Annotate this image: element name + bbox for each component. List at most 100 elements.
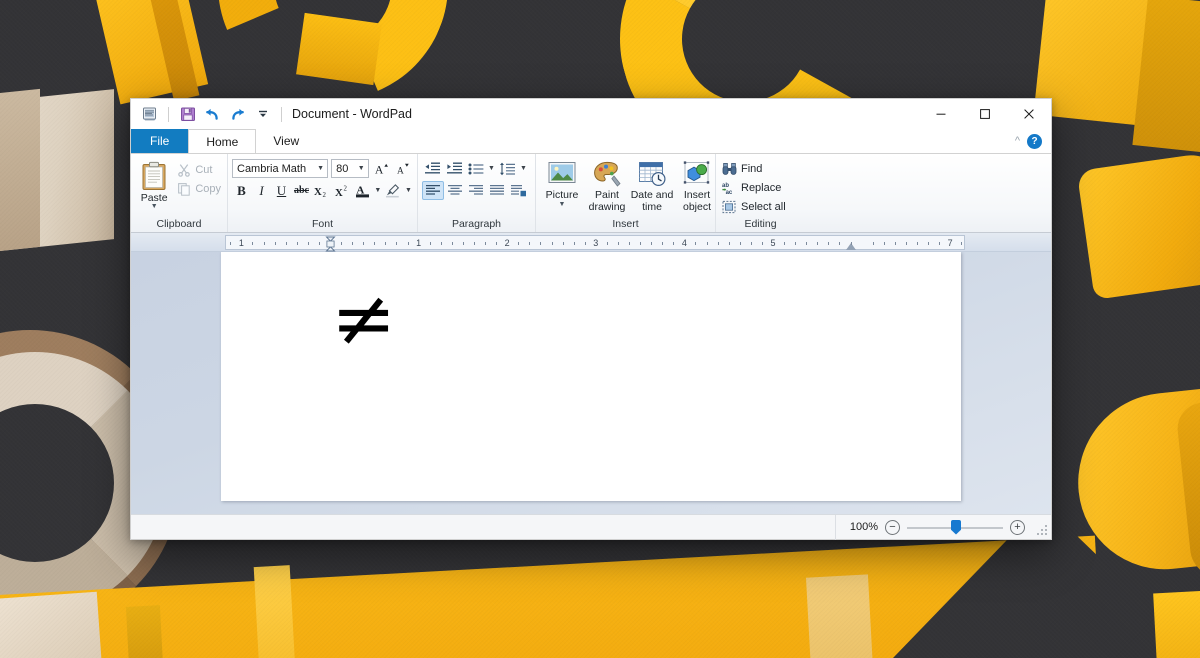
font-size-value: 80: [336, 163, 355, 175]
document-page[interactable]: ≠: [221, 252, 961, 501]
insert-object-button[interactable]: Insert object: [675, 159, 719, 213]
ruler-tick: [695, 242, 696, 245]
customize-quick-access-icon[interactable]: [252, 104, 273, 125]
font-family-value: Cambria Math: [237, 163, 314, 175]
group-label-font: Font: [232, 217, 413, 232]
strikethrough-button[interactable]: abc: [292, 181, 311, 200]
shrink-font-button[interactable]: A: [394, 159, 413, 178]
ribbon-group-font: Cambria Math ▼ 80 ▼ A: [227, 154, 417, 232]
zoom-out-button[interactable]: −: [885, 520, 900, 535]
svg-text:ac: ac: [726, 190, 733, 195]
replace-label: Replace: [741, 182, 781, 194]
cut-icon: [177, 163, 191, 177]
copy-button[interactable]: Copy: [175, 181, 223, 197]
close-button[interactable]: [1007, 99, 1051, 129]
justify-button[interactable]: [487, 181, 507, 200]
picture-caret-icon[interactable]: ▼: [559, 202, 566, 208]
bullets-button[interactable]: [466, 159, 486, 178]
align-left-button[interactable]: [422, 181, 444, 200]
paint-drawing-button[interactable]: Paint drawing: [585, 159, 629, 213]
ruler-tick: [762, 242, 763, 245]
ruler-tick: [640, 242, 641, 245]
document-text[interactable]: ≠: [331, 280, 396, 358]
text-color-caret-icon[interactable]: ▼: [373, 187, 382, 194]
ruler-tick: [540, 242, 541, 245]
undo-icon[interactable]: [202, 104, 223, 125]
ruler-tick: [441, 242, 442, 245]
superscript-button[interactable]: X 2: [333, 181, 353, 200]
grow-font-button[interactable]: A: [372, 159, 391, 178]
chevron-down-icon[interactable]: ▼: [355, 165, 368, 172]
first-line-indent-marker[interactable]: [326, 236, 335, 253]
replace-button[interactable]: ab ac Replace: [720, 180, 788, 196]
ribbon-group-paragraph: ▼ ▼: [417, 154, 535, 232]
italic-button[interactable]: I: [252, 181, 271, 200]
highlight-color-button[interactable]: [383, 181, 403, 200]
title-bar[interactable]: Document - WordPad: [131, 99, 1051, 129]
ruler-tick: [873, 242, 874, 245]
wordpad-app-icon[interactable]: [139, 104, 160, 125]
bullets-caret-icon[interactable]: ▼: [487, 165, 496, 172]
insert-object-label: Insert object: [683, 190, 711, 213]
ruler-tick: [385, 242, 386, 245]
ruler-tick: [463, 242, 464, 245]
font-size-select[interactable]: 80 ▼: [331, 159, 369, 178]
find-button[interactable]: Find: [720, 161, 788, 177]
collapse-ribbon-icon[interactable]: ^: [1015, 135, 1020, 147]
ruler-tick: [607, 242, 608, 245]
cut-button[interactable]: Cut: [175, 162, 223, 178]
date-and-time-label: Date and time: [631, 190, 674, 213]
paragraph-settings-button[interactable]: [508, 181, 529, 200]
tab-file[interactable]: File: [131, 129, 188, 153]
svg-text:X: X: [314, 185, 322, 197]
paste-caret-icon[interactable]: ▼: [151, 204, 158, 210]
zoom-slider[interactable]: [907, 520, 1003, 535]
window-title: Document - WordPad: [292, 107, 412, 121]
zoom-in-button[interactable]: +: [1010, 520, 1025, 535]
picture-button[interactable]: Picture ▼: [540, 159, 584, 213]
tab-home[interactable]: Home: [188, 129, 256, 153]
group-label-clipboard: Clipboard: [135, 217, 223, 232]
line-spacing-caret-icon[interactable]: ▼: [519, 165, 528, 172]
text-color-button[interactable]: A: [353, 181, 372, 200]
decrease-indent-button[interactable]: [422, 159, 443, 178]
ruler-tick: [552, 242, 553, 245]
date-and-time-button[interactable]: Date and time: [630, 159, 674, 213]
align-right-button[interactable]: [466, 181, 486, 200]
svg-text:X: X: [335, 186, 343, 197]
svg-text:A: A: [397, 167, 404, 176]
ruler-tick: [297, 242, 298, 245]
bold-button[interactable]: B: [232, 181, 251, 200]
ruler-tick: [230, 242, 231, 245]
ruler-number: 5: [770, 237, 775, 249]
minimize-button[interactable]: [919, 99, 963, 129]
quick-access-toolbar: [131, 104, 286, 125]
line-spacing-button[interactable]: [497, 159, 518, 178]
align-center-button[interactable]: [445, 181, 465, 200]
redo-icon[interactable]: [227, 104, 248, 125]
paste-button[interactable]: Paste ▼: [135, 159, 173, 210]
ruler-tick: [518, 242, 519, 245]
ruler-tick: [529, 242, 530, 245]
font-family-select[interactable]: Cambria Math ▼: [232, 159, 328, 178]
ruler-number: 7: [948, 237, 953, 249]
chevron-down-icon[interactable]: ▼: [314, 165, 327, 172]
underline-button[interactable]: U: [272, 181, 291, 200]
ruler-tick: [662, 242, 663, 245]
ruler-tick: [806, 242, 807, 245]
zoom-slider-thumb[interactable]: [951, 520, 961, 535]
highlight-color-caret-icon[interactable]: ▼: [404, 187, 413, 194]
save-icon[interactable]: [177, 104, 198, 125]
increase-indent-button[interactable]: [444, 159, 465, 178]
help-button[interactable]: ?: [1027, 134, 1042, 149]
select-all-button[interactable]: Select all: [720, 199, 788, 215]
maximize-button[interactable]: [963, 99, 1007, 129]
ruler-tick: [673, 242, 674, 245]
binoculars-icon: [722, 162, 737, 176]
subscript-button[interactable]: X 2: [312, 181, 332, 200]
zoom-controls: 100% − +: [836, 515, 1035, 540]
ribbon-group-clipboard: Paste ▼ Cut: [131, 154, 227, 232]
resize-grip[interactable]: [1035, 515, 1051, 540]
tab-view[interactable]: View: [256, 129, 316, 153]
ruler[interactable]: 1123457: [225, 235, 965, 250]
